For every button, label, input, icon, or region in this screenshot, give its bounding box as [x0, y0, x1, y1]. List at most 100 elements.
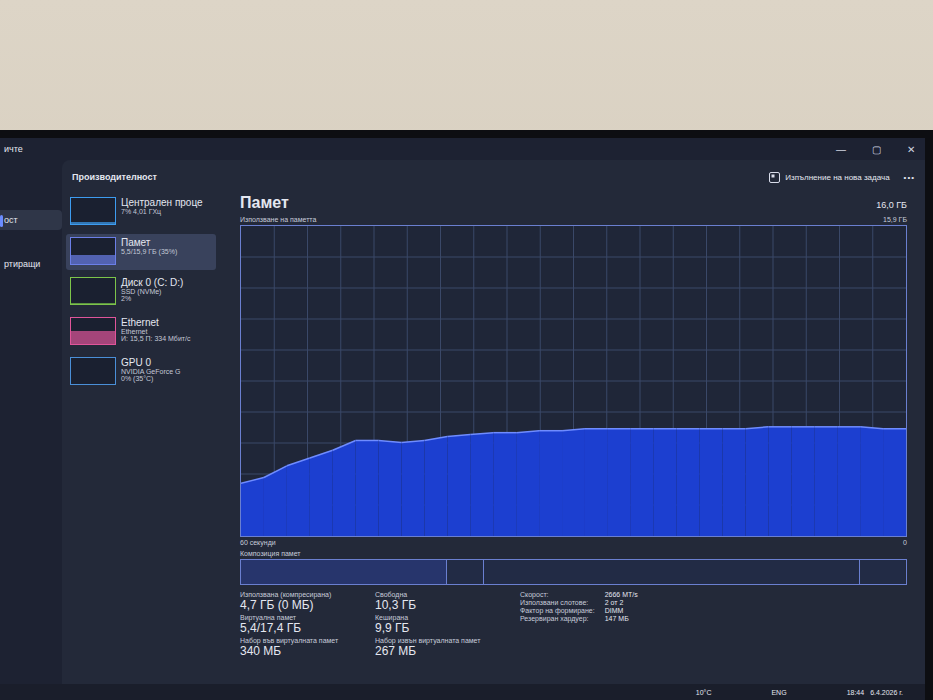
- device-name: Ethernet: [121, 317, 190, 328]
- line-segment: [677, 428, 700, 430]
- chart-point: [470, 433, 493, 536]
- nav-sidebar: ост ртиращи: [0, 160, 62, 684]
- nav-label: ост: [4, 215, 18, 225]
- screen: ичте — ▢ ✕ ост ртиращи Производителност Изпълне…: [0, 138, 925, 700]
- area-segment: [287, 458, 310, 536]
- device-item[interactable]: Централен проце7% 4,01 ГХц: [66, 194, 216, 230]
- stat-label: Набор във виртуалната памет: [240, 637, 375, 644]
- area-segment: [860, 427, 883, 536]
- run-task-label: Изпълнение на нова задача: [785, 173, 889, 182]
- composition-segment: [447, 560, 484, 584]
- area-segment: [677, 429, 700, 536]
- chart-point: [379, 440, 402, 536]
- chart-point: [356, 440, 379, 536]
- chart-point: [631, 429, 654, 536]
- area-segment: [768, 427, 791, 536]
- line-segment: [860, 427, 883, 429]
- panel-title: Производителност: [72, 172, 157, 182]
- area-segment: [700, 429, 723, 536]
- chart-point: [310, 450, 333, 536]
- spec-label: Фактор на формиране:: [520, 607, 595, 614]
- nav-item[interactable]: ртиращи: [0, 254, 62, 274]
- app-title: ичте: [4, 144, 23, 154]
- area-segment: [241, 478, 264, 536]
- clock[interactable]: 18:44 6.4.2026 г.: [847, 689, 903, 696]
- device-item[interactable]: Диск 0 (C: D:)SSD (NVMe)2%: [66, 274, 216, 310]
- more-button[interactable]: •••: [904, 173, 915, 182]
- chart-point: [883, 429, 906, 536]
- composition-caption: Композиция памет: [240, 548, 907, 559]
- line-segment: [379, 440, 402, 442]
- capacity: 16,0 ГБ: [876, 200, 907, 210]
- chart-label: Използване на паметта: [240, 216, 316, 223]
- grid-line: [241, 288, 906, 289]
- window-control-button[interactable]: —: [832, 144, 850, 155]
- line-segment: [631, 428, 654, 430]
- area-segment: [631, 429, 654, 536]
- line-segment: [723, 428, 746, 430]
- spec-label: Скорост:: [520, 591, 595, 598]
- line-segment: [241, 478, 264, 484]
- line-segment: [768, 426, 791, 428]
- device-detail: 5,5/15,9 ГБ (35%): [121, 248, 177, 255]
- device-thumbnail: [70, 237, 116, 265]
- window-control-button[interactable]: ✕: [903, 144, 919, 155]
- nav-item[interactable]: ост: [0, 210, 62, 230]
- chart-caption-row: Използване на паметта 15,9 ГБ: [240, 214, 907, 225]
- chart-point: [700, 429, 723, 536]
- axis-min: 0: [903, 539, 907, 546]
- area-segment: [470, 433, 493, 536]
- stat: Свободна10,3 ГБ: [375, 591, 500, 612]
- line-segment: [402, 440, 425, 442]
- window-control-button[interactable]: ▢: [868, 144, 885, 155]
- axis-max: 15,9 ГБ: [883, 216, 907, 223]
- chart-point: [562, 429, 585, 536]
- stat-value: 9,9 ГБ: [375, 621, 500, 635]
- chart-point: [424, 437, 447, 536]
- stat: Виртуална памет5,4/17,4 ГБ: [240, 614, 375, 635]
- line-segment: [745, 427, 768, 429]
- area-segment: [723, 429, 746, 536]
- stat-value: 10,3 ГБ: [375, 598, 500, 612]
- line-segment: [493, 432, 516, 434]
- area-segment: [883, 429, 906, 536]
- device-text: EthernetEthernetИ: 15,5 П: 334 Мбит/с: [121, 317, 190, 347]
- chart-point: [402, 440, 425, 536]
- area-segment: [608, 429, 631, 536]
- thumbnail-fill: [71, 331, 115, 344]
- line-segment: [264, 466, 287, 478]
- spec-value: 2666 MT/s: [605, 591, 638, 598]
- time: 18:44: [847, 689, 865, 696]
- stat-value: 4,7 ГБ (0 МБ): [240, 598, 375, 612]
- stat-value: 267 МБ: [375, 644, 500, 658]
- device-item[interactable]: Памет5,5/15,9 ГБ (35%): [66, 234, 216, 270]
- chart-point: [287, 458, 310, 536]
- language[interactable]: ENG: [771, 689, 786, 696]
- line-segment: [608, 428, 631, 430]
- stat-label: Набор извън виртуалната памет: [375, 637, 500, 644]
- device-item[interactable]: EthernetEthernetИ: 15,5 П: 334 Мбит/с: [66, 314, 216, 350]
- chart-point: [333, 440, 356, 536]
- grid-line: [241, 381, 906, 382]
- performance-panel: Производителност Изпълнение на нова задач…: [62, 160, 925, 684]
- run-task-button[interactable]: Изпълнение на нова задача: [769, 172, 889, 183]
- device-item[interactable]: GPU 0NVIDIA GeForce G0% (35°C): [66, 354, 216, 390]
- weather[interactable]: 10°C: [696, 689, 712, 696]
- chart-point: [791, 427, 814, 536]
- stat: Използвана (компресирана)4,7 ГБ (0 МБ): [240, 591, 375, 612]
- device-text: Памет5,5/15,9 ГБ (35%): [121, 237, 177, 267]
- date: 6.4.2026 г.: [870, 689, 903, 696]
- area-segment: [379, 440, 402, 536]
- detail-title: Памет: [240, 194, 289, 212]
- area-segment: [654, 429, 677, 536]
- device-thumbnail: [70, 277, 116, 305]
- nav-label: ртиращи: [4, 259, 40, 269]
- area-segment: [585, 429, 608, 536]
- taskbar: 10°C ENG 18:44 6.4.2026 г.: [0, 684, 925, 700]
- chart-point: [677, 429, 700, 536]
- device-detail: NVIDIA GeForce G: [121, 368, 181, 375]
- wall: [0, 0, 933, 130]
- line-segment: [585, 428, 608, 430]
- area-segment: [562, 429, 585, 536]
- device-detail: 0% (35°C): [121, 375, 181, 382]
